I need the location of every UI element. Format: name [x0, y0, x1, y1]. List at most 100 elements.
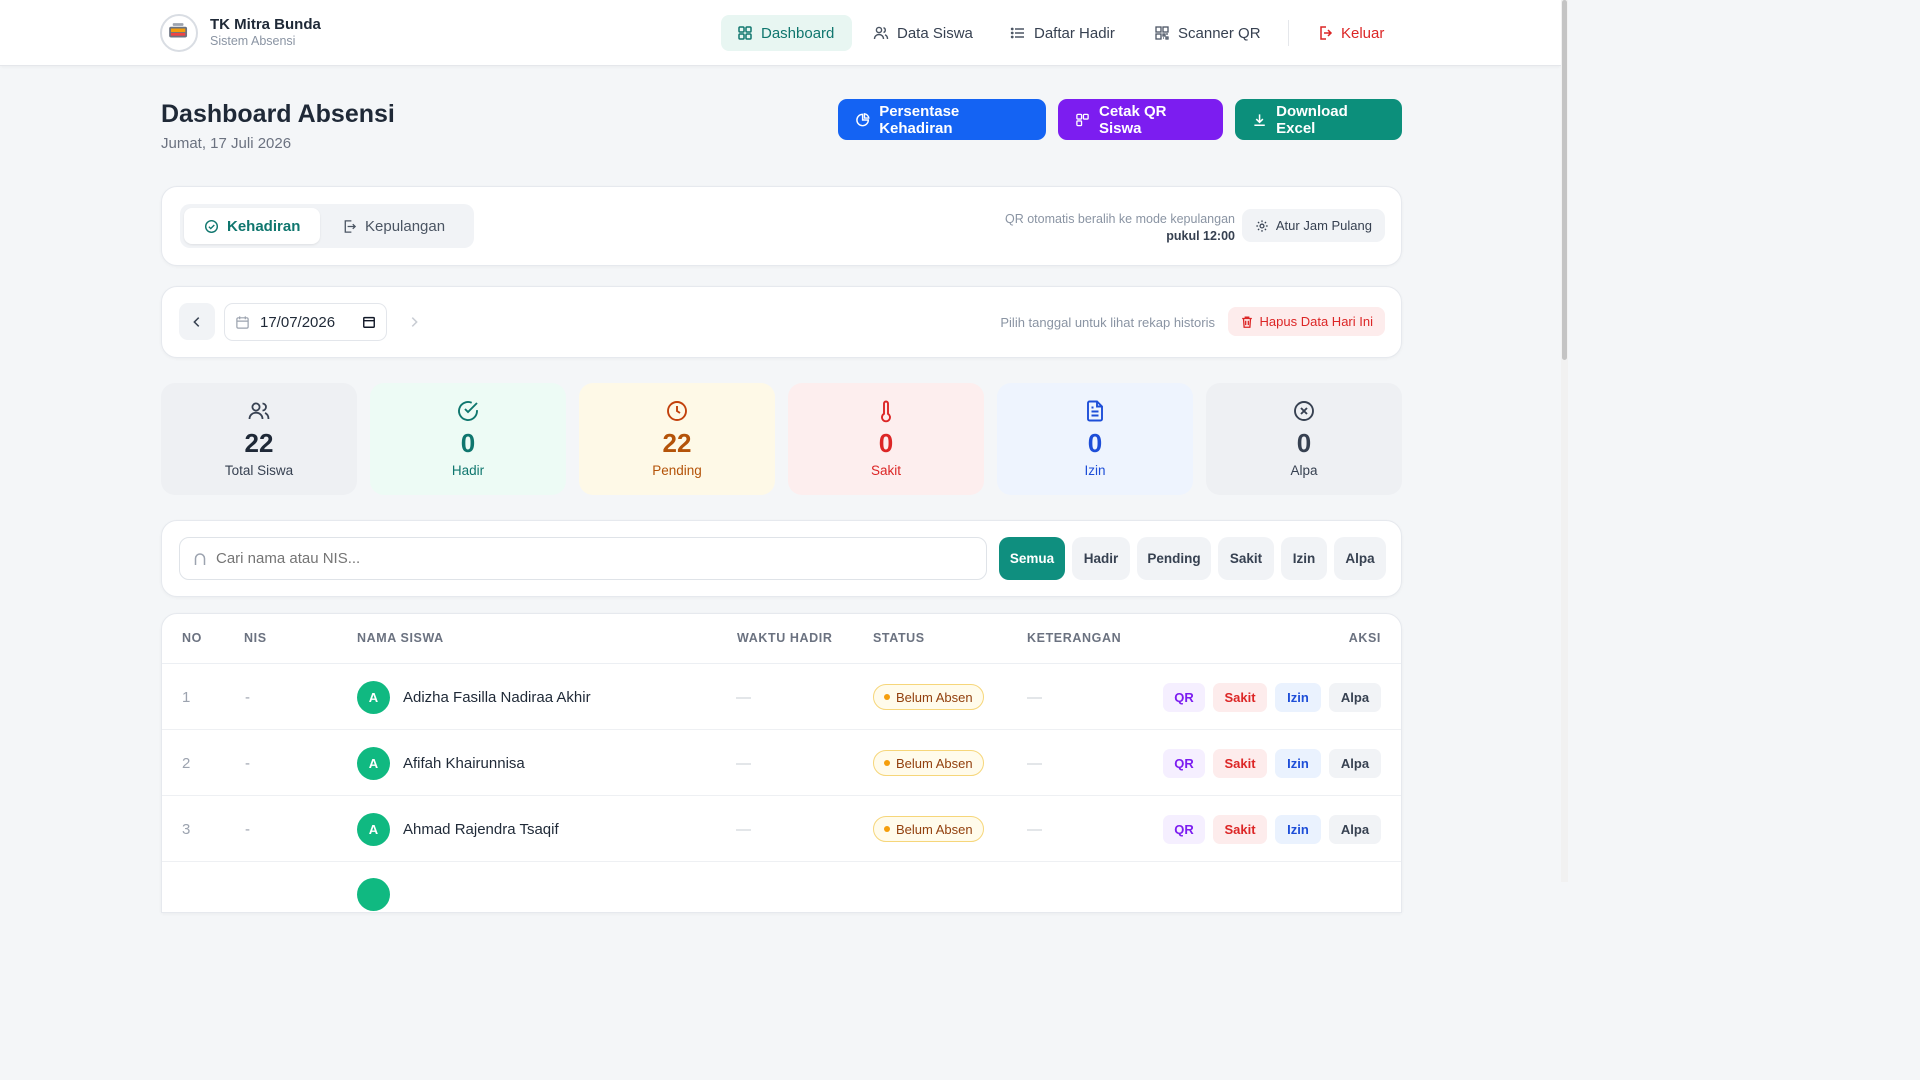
alpa-action-button[interactable]: Alpa	[1329, 814, 1381, 844]
tab-kepulangan[interactable]: Kepulangan	[322, 208, 465, 244]
row-status: Belum Absen	[873, 730, 984, 796]
student-name: Afifah Khairunnisa	[403, 754, 525, 772]
attendance-percentage-button[interactable]: Persentase Kehadiran	[838, 99, 1046, 140]
set-return-time-button[interactable]: Atur Jam Pulang	[1241, 209, 1385, 242]
filter-chip-semua[interactable]: Semua	[999, 537, 1065, 580]
attendance-percentage-label: Persentase Kehadiran	[879, 102, 960, 137]
row-actions: QR Sakit Izin Alpa	[1155, 664, 1381, 730]
izin-action-button[interactable]: Izin	[1275, 814, 1321, 844]
filter-chip-alpa[interactable]: Alpa	[1334, 537, 1386, 580]
row-time: —	[736, 820, 751, 838]
row-time: —	[736, 754, 751, 772]
gear-icon	[1256, 219, 1268, 232]
status-badge: Belum Absen	[873, 816, 984, 842]
row-no: 2	[182, 754, 191, 772]
stat-hadir-value: 0	[460, 428, 476, 458]
column-header-no: NO	[182, 631, 202, 645]
column-header-time: WAKTU HADIR	[737, 631, 833, 645]
filter-chip-izin[interactable]: Izin	[1281, 537, 1327, 580]
column-header-note: KETERANGAN	[1027, 631, 1122, 645]
print-qr-button[interactable]: Cetak QR Siswa	[1058, 99, 1223, 140]
check-circle-icon	[204, 219, 219, 233]
student-name: Ahmad Rajendra Tsaqif	[403, 820, 559, 838]
brand-title: TK Mitra Bunda	[210, 16, 321, 33]
search-field[interactable]	[179, 537, 987, 580]
row-student: A Ahmad Rajendra Tsaqif	[357, 796, 559, 862]
tab-kehadiran[interactable]: Kehadiran	[184, 208, 321, 244]
stat-alpa-label: Alpa	[1290, 463, 1318, 478]
nav-divider	[1288, 20, 1289, 46]
sakit-action-button[interactable]: Sakit	[1213, 814, 1267, 844]
logout-button[interactable]: Keluar	[1301, 15, 1400, 51]
search-input[interactable]	[216, 550, 974, 567]
izin-action-button[interactable]: Izin	[1275, 748, 1321, 778]
pie-chart-icon	[856, 112, 870, 126]
nav-dashboard[interactable]: Dashboard	[721, 15, 852, 51]
row-student: A Afifah Khairunnisa	[357, 730, 525, 796]
row-note: —	[1027, 754, 1042, 772]
stat-alpa-value: 0	[1296, 428, 1312, 458]
table-row: 2 - A Afifah Khairunnisa — Belum Absen —…	[162, 730, 1401, 796]
status-dot	[884, 826, 890, 832]
logout-icon	[1320, 26, 1333, 40]
history-hint: Pilih tanggal untuk lihat rekap historis	[1000, 315, 1215, 330]
row-note: —	[1027, 688, 1042, 706]
filter-chip-pending[interactable]: Pending	[1137, 537, 1211, 580]
row-actions: QR Sakit Izin Alpa	[1155, 730, 1381, 796]
qr-code-icon	[1155, 26, 1169, 40]
calendar-picker-icon[interactable]	[362, 315, 376, 329]
mode-card: Kehadiran Kepulangan QR otomatis beralih…	[161, 186, 1402, 266]
stat-izin: 0 Izin	[997, 383, 1193, 495]
status-label: Belum Absen	[896, 689, 973, 705]
set-return-time-label: Atur Jam Pulang	[1275, 218, 1372, 233]
grid-icon	[738, 26, 752, 40]
row-no: 1	[182, 688, 191, 706]
date-card: 17/07/2026 Pilih tanggal untuk lihat rek…	[161, 286, 1402, 358]
row-status: Belum Absen	[873, 664, 984, 730]
alpa-action-button[interactable]: Alpa	[1329, 748, 1381, 778]
tab-kehadiran-label: Kehadiran	[227, 217, 301, 235]
date-picker[interactable]: 17/07/2026	[224, 303, 387, 341]
filter-chip-hadir[interactable]: Hadir	[1072, 537, 1130, 580]
nav-daftar-hadir[interactable]: Daftar Hadir	[994, 15, 1131, 51]
chevron-left-icon	[193, 316, 200, 327]
previous-day-button[interactable]	[179, 303, 215, 340]
row-student: A Adizha Fasilla Nadiraa Akhir	[357, 664, 591, 730]
trash-icon	[1241, 316, 1252, 328]
stat-izin-label: Izin	[1084, 463, 1106, 478]
sakit-action-button[interactable]: Sakit	[1213, 682, 1267, 712]
download-excel-button[interactable]: Download Excel	[1235, 99, 1402, 140]
delete-today-button[interactable]: Hapus Data Hari Ini	[1227, 307, 1385, 336]
list-icon	[1010, 27, 1024, 39]
stat-hadir-label: Hadir	[451, 463, 485, 478]
check-circle-icon	[458, 401, 478, 421]
logout-label: Keluar	[1341, 24, 1385, 42]
tab-kepulangan-label: Kepulangan	[365, 217, 446, 235]
izin-action-button[interactable]: Izin	[1275, 682, 1321, 712]
next-day-button[interactable]	[396, 303, 432, 340]
nav-data-siswa[interactable]: Data Siswa	[857, 15, 989, 51]
qr-action-button[interactable]: QR	[1163, 748, 1205, 778]
calendar-icon	[236, 315, 249, 329]
nav-scanner-qr[interactable]: Scanner QR	[1138, 15, 1277, 51]
status-badge: Belum Absen	[873, 750, 984, 776]
nav-daftar-hadir-label: Daftar Hadir	[1034, 24, 1115, 42]
sakit-action-button[interactable]: Sakit	[1213, 748, 1267, 778]
chevron-right-icon	[411, 316, 418, 327]
stat-hadir: 0 Hadir	[370, 383, 566, 495]
filter-chip-sakit[interactable]: Sakit	[1218, 537, 1274, 580]
clock-icon	[667, 401, 687, 421]
avatar: A	[357, 812, 390, 846]
status-badge: Belum Absen	[873, 684, 984, 710]
qr-action-button[interactable]: QR	[1163, 814, 1205, 844]
stat-pending-value: 22	[662, 428, 692, 458]
page-scrollbar[interactable]	[1561, 0, 1568, 882]
document-icon	[1087, 400, 1103, 422]
page-date: Jumat, 17 Juli 2026	[161, 135, 292, 152]
print-qr-label: Cetak QR Siswa	[1098, 102, 1167, 137]
row-status: Belum Absen	[873, 796, 984, 862]
qr-action-button[interactable]: QR	[1163, 682, 1205, 712]
scrollbar-thumb[interactable]	[1562, 0, 1567, 360]
filter-card: Semua Hadir Pending Sakit Izin Alpa	[161, 520, 1402, 597]
alpa-action-button[interactable]: Alpa	[1329, 682, 1381, 712]
